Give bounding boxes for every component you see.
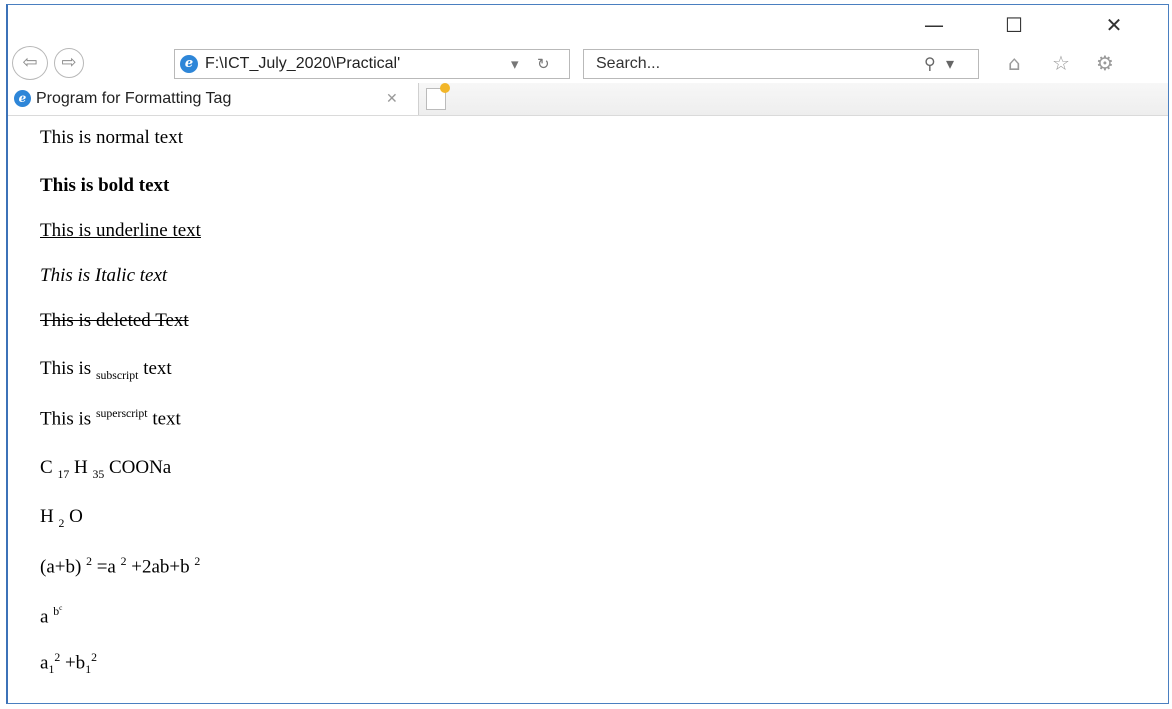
underline-text: This is underline text [40,220,201,241]
address-input[interactable]: F:\ICT_July_2020\Practical' [205,50,505,78]
title-bar: — ☐ ✕ [8,5,1168,45]
maximize-button[interactable]: ☐ [996,11,1032,39]
tab-title: Program for Formatting Tag [36,90,232,107]
tab-strip: e Program for Formatting Tag ✕ [8,83,1168,116]
search-box[interactable]: Search... ⚲ ▾ [583,49,979,79]
back-button[interactable]: ⇦ [12,46,48,80]
browser-window: — ☐ ✕ ⇦ ⇨ e F:\ICT_July_2020\Practical' … [6,4,1169,704]
ie-tab-icon: e [14,90,31,107]
superscript-word: superscript [95,407,148,420]
forward-button[interactable]: ⇨ [54,48,84,78]
favorites-star-icon[interactable]: ☆ [1052,51,1070,75]
search-dropdown-icon[interactable]: ▾ [946,50,954,78]
superscript-line: This is superscript text [40,407,181,430]
italic-text: This is Italic text [40,265,168,286]
ie-page-icon: e [180,55,198,73]
new-tab-button[interactable] [426,83,450,110]
address-dropdown-icon[interactable]: ▾ [511,50,519,78]
deleted-text: This is deleted Text [40,310,189,331]
search-icon[interactable]: ⚲ [924,50,936,78]
indexed-sum-formula: a12 +b12 [40,651,97,677]
search-input[interactable]: Search... [596,50,660,78]
navigation-bar: ⇦ ⇨ e F:\ICT_July_2020\Practical' ▾ ↻ Se… [8,43,1168,83]
bold-text: This is bold text [40,175,170,196]
soap-formula: C 17 H 35 COONa [40,457,172,481]
water-formula: H 2 O [40,506,83,530]
nested-power-formula: a bc [40,603,63,628]
minimize-button[interactable]: — [916,11,952,39]
tab-close-icon[interactable]: ✕ [386,83,398,115]
address-bar[interactable]: e F:\ICT_July_2020\Practical' ▾ ↻ [174,49,570,79]
square-formula: (a+b) 2 =a 2 +2ab+b 2 [40,555,201,578]
settings-gear-icon[interactable]: ⚙ [1096,51,1114,75]
normal-text: This is normal text [40,127,184,148]
home-icon[interactable]: ⌂ [1008,51,1021,75]
refresh-icon[interactable]: ↻ [537,50,550,78]
subscript-line: This is subscript text [40,358,172,382]
close-window-button[interactable]: ✕ [1096,11,1132,39]
tab-active[interactable]: e Program for Formatting Tag ✕ [8,83,419,115]
new-tab-sparkle-icon [440,83,450,93]
subscript-word: subscript [95,368,139,382]
